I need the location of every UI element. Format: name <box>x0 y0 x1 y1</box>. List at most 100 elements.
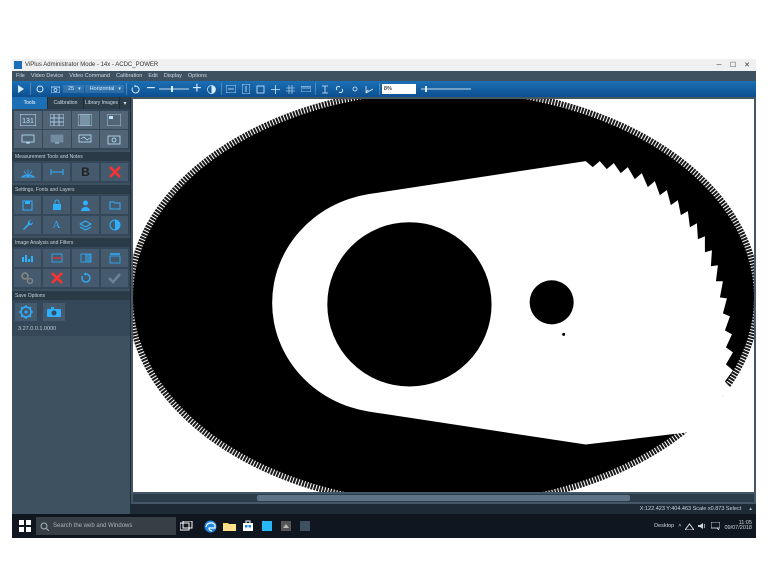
tabs-chevron-button[interactable]: ▾ <box>120 97 130 109</box>
settings-section: Settings, Fonts and Layers A <box>12 185 130 236</box>
brightness-up-button[interactable]: + <box>190 82 204 96</box>
ruler-button[interactable] <box>299 82 313 96</box>
tray-desktop-label[interactable]: Desktop <box>654 523 674 529</box>
save-title: Save Options <box>12 291 130 300</box>
gear-image <box>133 99 754 492</box>
font-button[interactable]: A <box>43 216 70 234</box>
dimension-button[interactable] <box>43 163 70 181</box>
edge-button[interactable] <box>72 249 99 267</box>
zoom-fit-button[interactable] <box>254 82 268 96</box>
canvas-area: X:122.423 Y:404.463 Scale x0.873 Select … <box>130 97 756 514</box>
analysis-section: Image Analysis and Filters <box>12 238 130 289</box>
status-collapse-icon[interactable]: ▴ <box>749 506 752 512</box>
windows-taskbar: Search the web and Windows Desktop ˄ 11:… <box>12 514 756 538</box>
tray-date: 09/07/2018 <box>724 526 752 532</box>
minimize-button[interactable]: ─ <box>712 59 726 71</box>
status-coords: X:122.423 Y:404.463 Scale x0.873 Select <box>640 506 741 512</box>
titlebar: ViPlus Administrator Mode - 14x - ACDC_P… <box>12 59 756 71</box>
save-snapshot-camera-button[interactable] <box>43 303 65 321</box>
lock-button[interactable] <box>43 196 70 214</box>
check-button[interactable] <box>101 269 128 287</box>
tool-monitor2-button[interactable] <box>43 130 71 148</box>
zoom-dropdown[interactable]: 25 ▾ <box>63 85 84 93</box>
tool-digits-button[interactable]: 131 <box>14 111 42 129</box>
menu-display[interactable]: Display <box>164 73 182 79</box>
menu-video-command[interactable]: Video Command <box>69 73 110 79</box>
task-view-button[interactable] <box>178 518 194 534</box>
edge-icon[interactable] <box>202 518 218 534</box>
threshold-button[interactable] <box>43 249 70 267</box>
save-section: Save Options 3.27.0.0.1.0000 <box>12 291 130 336</box>
delete-analysis-button[interactable] <box>43 269 70 287</box>
marker-button[interactable] <box>348 82 362 96</box>
tray-clock[interactable]: 11:05 09/07/2018 <box>724 521 752 532</box>
tool-stripes-button[interactable] <box>72 111 100 129</box>
tool-capture-button[interactable] <box>100 130 128 148</box>
tray-network-icon[interactable] <box>685 522 694 530</box>
horizontal-scrollbar[interactable] <box>133 494 754 502</box>
menu-edit[interactable]: Edit <box>148 73 157 79</box>
crosshair-button[interactable] <box>269 82 283 96</box>
user-button[interactable] <box>72 196 99 214</box>
close-button[interactable]: ✕ <box>740 59 754 71</box>
tab-tools[interactable]: Tools <box>12 97 48 109</box>
image-canvas[interactable] <box>133 99 754 492</box>
menu-calibration[interactable]: Calibration <box>116 73 142 79</box>
taskbar-search[interactable]: Search the web and Windows <box>36 517 176 535</box>
refresh-button[interactable] <box>129 82 143 96</box>
refresh-analysis-button[interactable] <box>72 269 99 287</box>
tool-monitor3-button[interactable] <box>72 130 100 148</box>
protractor-button[interactable] <box>14 163 41 181</box>
layers-button[interactable] <box>72 216 99 234</box>
app1-icon[interactable] <box>259 518 275 534</box>
play-button[interactable] <box>14 82 28 96</box>
tool-monitor1-button[interactable] <box>14 130 42 148</box>
tray-notification-icon[interactable] <box>711 522 720 530</box>
bold-text-button[interactable]: B <box>72 163 99 181</box>
app-icon <box>14 61 22 69</box>
tool-grid-button[interactable] <box>43 111 71 129</box>
brightness-down-button[interactable]: − <box>144 82 158 96</box>
fit-height-button[interactable] <box>239 82 253 96</box>
caliper-button[interactable] <box>318 82 332 96</box>
start-button[interactable] <box>16 517 34 535</box>
tray-volume-icon[interactable] <box>698 522 707 530</box>
save-layer-button[interactable] <box>14 196 41 214</box>
measurement-section: Measurement Tools and Notes B <box>12 152 130 183</box>
color-button[interactable] <box>101 216 128 234</box>
explorer-icon[interactable] <box>221 518 237 534</box>
save-snapshot-gear-button[interactable] <box>15 303 37 321</box>
delete-measure-button[interactable] <box>101 163 128 181</box>
menu-options[interactable]: Options <box>188 73 207 79</box>
gear-button[interactable] <box>14 269 41 287</box>
menu-video-device[interactable]: Video Device <box>31 73 63 79</box>
search-icon <box>40 522 49 531</box>
tab-library[interactable]: Library Images <box>84 97 120 109</box>
app-window: ViPlus Administrator Mode - 14x - ACDC_P… <box>12 59 756 514</box>
histogram-button[interactable] <box>14 249 41 267</box>
tool-template-button[interactable] <box>100 111 128 129</box>
grid-button[interactable] <box>284 82 298 96</box>
zoom-slider[interactable] <box>421 88 471 90</box>
app2-icon[interactable] <box>278 518 294 534</box>
maximize-button[interactable]: ☐ <box>726 59 740 71</box>
menu-file[interactable]: File <box>16 73 25 79</box>
angle-button[interactable] <box>363 82 377 96</box>
brightness-slider[interactable] <box>159 88 189 90</box>
scan-button[interactable] <box>101 249 128 267</box>
zoom-percent-input[interactable]: 8% <box>382 84 416 94</box>
folder-button[interactable] <box>101 196 128 214</box>
tray-chevron-up-icon[interactable]: ˄ <box>678 523 681 529</box>
store-icon[interactable] <box>240 518 256 534</box>
tab-calibration[interactable]: Calibration <box>48 97 84 109</box>
contrast-button[interactable] <box>205 82 219 96</box>
record-button[interactable] <box>33 82 47 96</box>
camera-button[interactable] <box>48 82 62 96</box>
link-button[interactable] <box>333 82 347 96</box>
fit-width-button[interactable] <box>224 82 238 96</box>
orientation-dropdown[interactable]: Horizontal ▾ <box>85 85 124 93</box>
tools-grid: 131 <box>12 109 130 150</box>
app3-icon[interactable] <box>297 518 313 534</box>
wrench-button[interactable] <box>14 216 41 234</box>
main-toolbar: 25 ▾ Horizontal ▾ − + <box>12 81 756 97</box>
